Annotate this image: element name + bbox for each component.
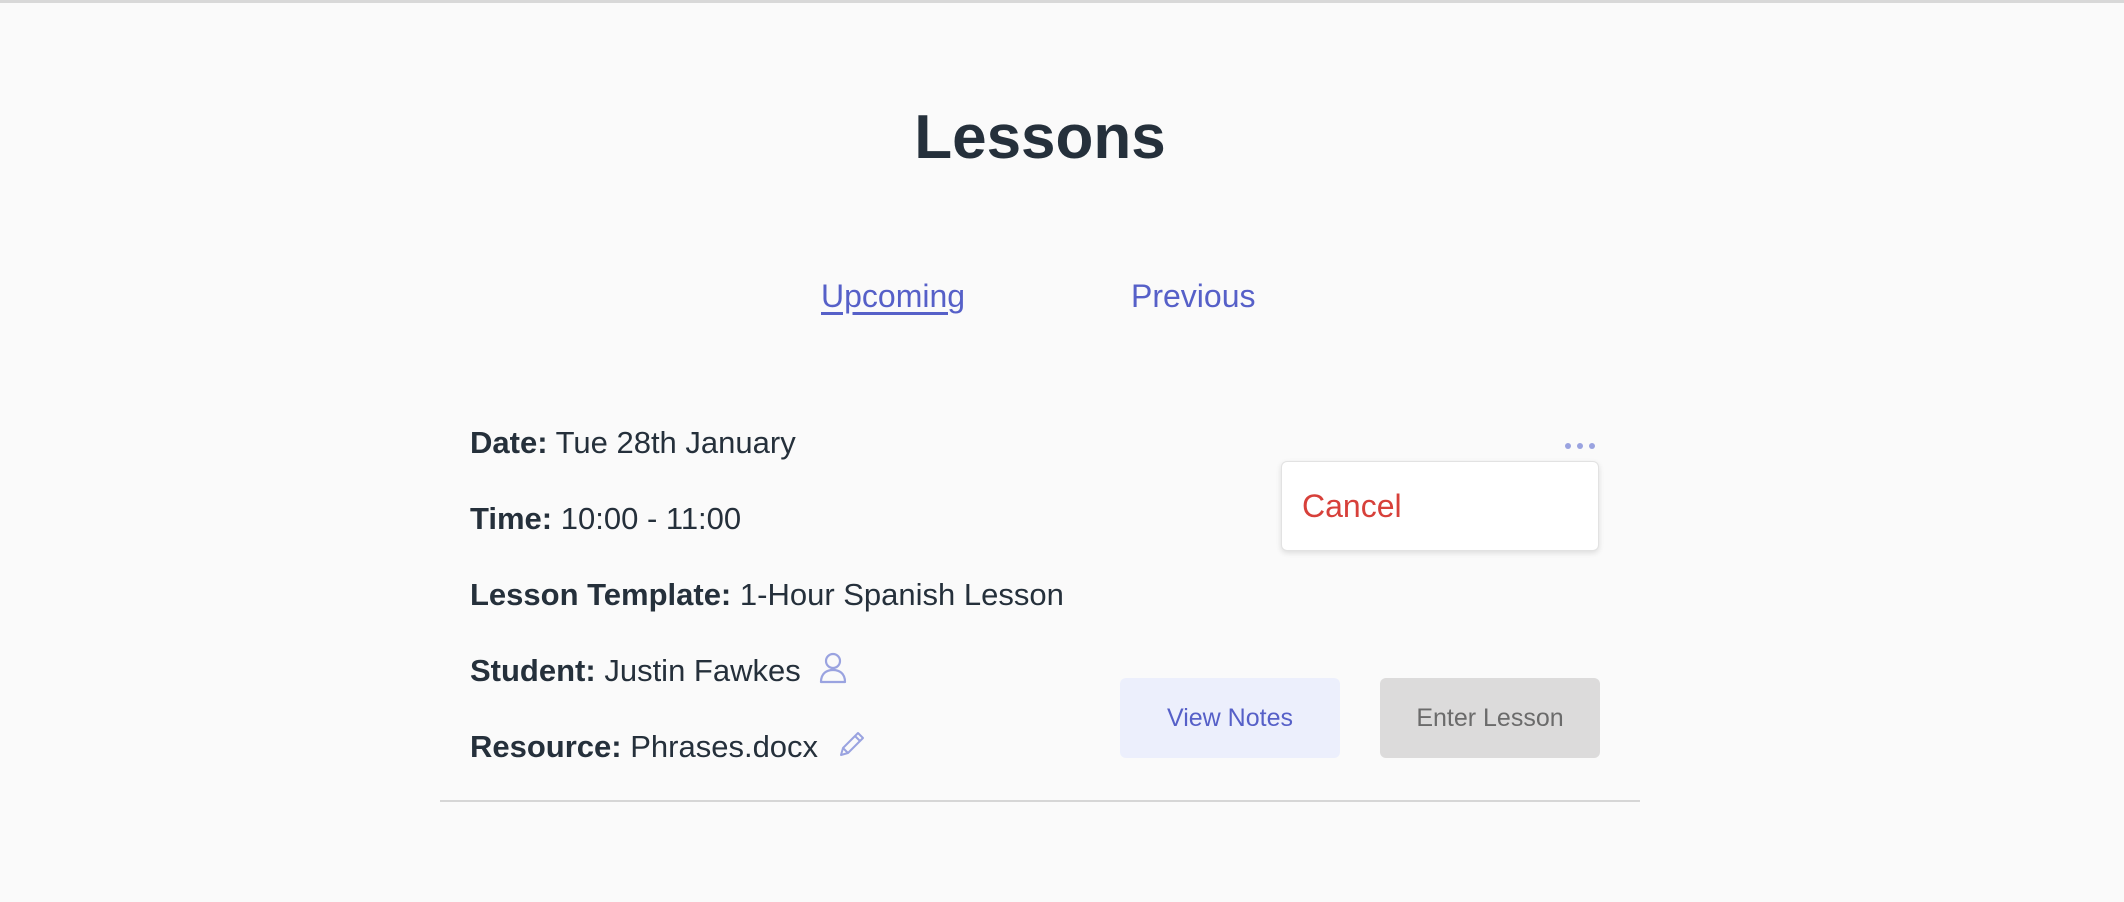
page-title: Lessons [914, 103, 1166, 172]
cancel-lesson-menu-item[interactable]: Cancel [1302, 484, 1402, 528]
template-value: 1-Hour Spanish Lesson [739, 577, 1064, 612]
lesson-student: Student: Justin Fawkes [470, 649, 849, 693]
tab-previous[interactable]: Previous [1131, 274, 1256, 318]
student-label: Student: [470, 653, 596, 688]
user-icon[interactable] [817, 651, 849, 685]
lesson-card: Date: Tue 28th January Time: 10:00 - 11:… [440, 410, 1640, 802]
time-label: Time: [470, 501, 553, 536]
tab-upcoming[interactable]: Upcoming [821, 274, 965, 318]
lesson-resource: Resource: Phrases.docx [470, 725, 867, 769]
student-value: Justin Fawkes [604, 653, 801, 688]
time-value: 10:00 - 11:00 [560, 501, 742, 536]
more-options-button[interactable] [1562, 434, 1598, 458]
pencil-icon[interactable] [835, 727, 867, 761]
lesson-tabs: Upcoming Previous [0, 274, 2124, 318]
more-horizontal-icon [1565, 443, 1595, 449]
date-value: Tue 28th January [555, 425, 796, 460]
options-menu: Cancel [1281, 461, 1599, 551]
lesson-time: Time: 10:00 - 11:00 [470, 497, 741, 541]
date-label: Date: [470, 425, 548, 460]
enter-lesson-button[interactable]: Enter Lesson [1380, 678, 1600, 758]
lesson-date: Date: Tue 28th January [470, 421, 796, 465]
resource-label: Resource: [470, 729, 622, 764]
view-notes-button[interactable]: View Notes [1120, 678, 1340, 758]
top-divider [0, 0, 2124, 3]
resource-value[interactable]: Phrases.docx [630, 729, 818, 764]
template-label: Lesson Template: [470, 577, 732, 612]
lesson-template: Lesson Template: 1-Hour Spanish Lesson [470, 573, 1064, 617]
